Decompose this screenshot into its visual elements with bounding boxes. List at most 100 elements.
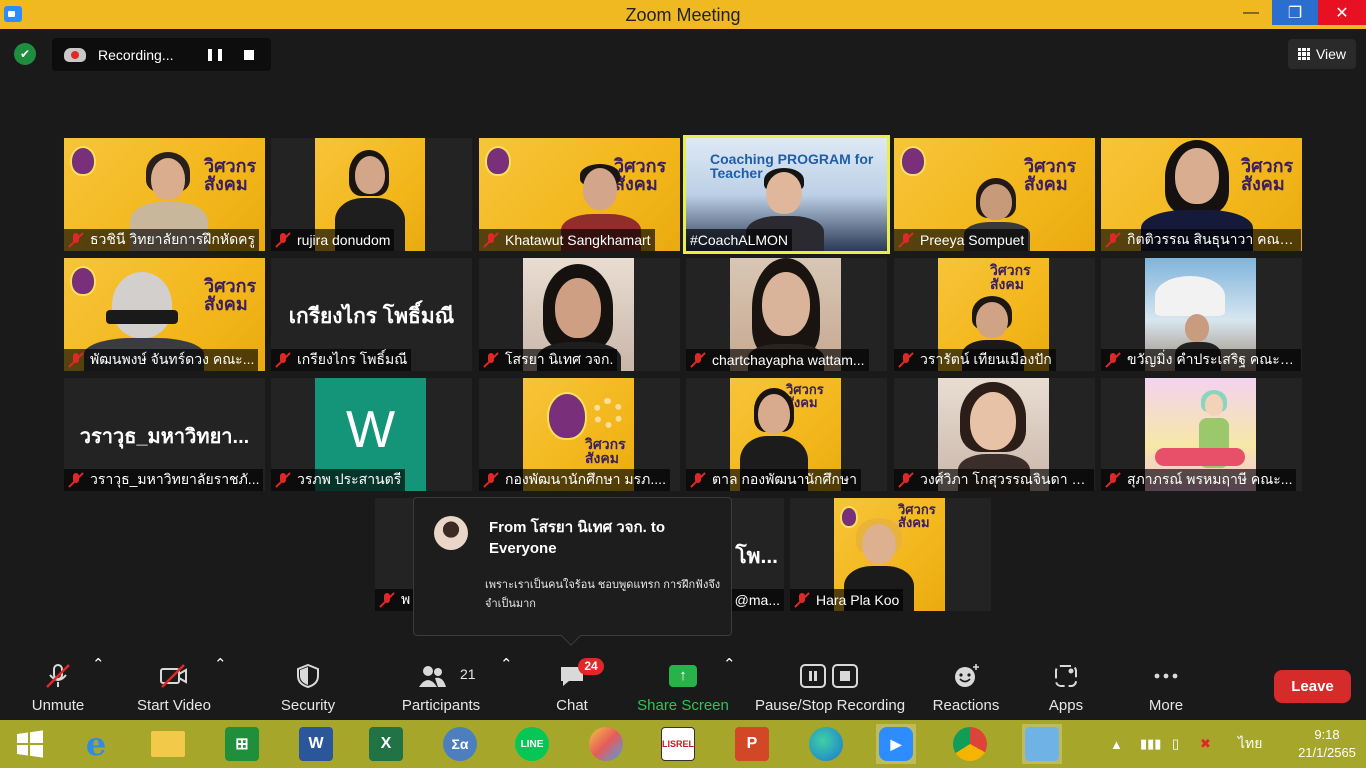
maximize-button[interactable]: ❐ xyxy=(1272,0,1318,25)
share-screen-label: Share Screen xyxy=(637,697,729,714)
close-button[interactable]: ✕ xyxy=(1318,0,1366,25)
share-options-caret[interactable]: ⌃ xyxy=(723,655,736,720)
video-tile[interactable]: rujira donudom xyxy=(271,138,472,251)
video-tile[interactable]: วิศวกรสังคม ตาล กองพัฒนานักศึกษา xyxy=(686,378,887,491)
battery-icon[interactable]: ▯ xyxy=(1172,720,1179,768)
line-icon[interactable]: LINE xyxy=(512,724,552,764)
brand-text: วิศวกรสังคม xyxy=(898,503,936,531)
university-logo-icon xyxy=(70,146,96,176)
participant-name-bar: ธวชินี วิทยาลัยการฝึกหัดครู xyxy=(64,229,260,251)
store-icon[interactable]: ⊞ xyxy=(222,724,262,764)
mic-muted-icon xyxy=(1105,232,1121,248)
mic-muted-icon xyxy=(483,232,499,248)
video-tile[interactable]: วราวุธ_มหาวิทยา... วราวุธ_มหาวิทยาลัยราช… xyxy=(64,378,265,491)
brand-text: วิศวกรสังคม xyxy=(990,263,1031,293)
recording-bar: Recording... xyxy=(52,38,271,71)
view-button[interactable]: View xyxy=(1288,39,1356,69)
video-tile[interactable]: เกรียงไกร โพธิ์มณี เกรียงไกร โพธิ์มณี xyxy=(271,258,472,371)
video-tile[interactable]: สุภาภรณ์ พรหมฤาษี คณะ... xyxy=(1101,378,1302,491)
clock[interactable]: 9:18 21/1/2565 xyxy=(1288,726,1366,762)
word-icon[interactable]: W xyxy=(296,724,336,764)
chat-notification-popup[interactable]: From โสรยา นิเทศ วจก. to Everyone เพราะเ… xyxy=(413,497,732,646)
video-tile[interactable]: วิศวกรสังคม ธวชินี วิทยาลัยการฝึกหัดครู xyxy=(64,138,265,251)
meeting-area: ✔ Recording... View วิศวกรสังคม ธวชินี ว… xyxy=(0,29,1366,655)
shield-icon xyxy=(297,663,319,689)
zoom-taskbar-icon[interactable]: ▶ xyxy=(876,724,916,764)
video-tile[interactable]: วิศวกรสังคม Hara Pla Koo xyxy=(790,498,991,611)
chat-message: เพราะเราเป็นคนใจร้อน ชอบพูดแทรก การฝึกฟั… xyxy=(485,579,721,610)
security-button[interactable]: Security xyxy=(272,655,344,720)
participant-name-bar: #CoachALMON xyxy=(686,229,793,251)
smiley-add-icon xyxy=(955,664,979,687)
mic-muted-icon xyxy=(794,592,810,608)
show-hidden-icons[interactable]: ▲ xyxy=(1110,720,1123,768)
chat-sender: From โสรยา นิเทศ วจก. to Everyone xyxy=(489,519,666,557)
network-icon[interactable]: ▮▮▮ xyxy=(1140,720,1161,768)
video-options-caret[interactable]: ⌃ xyxy=(214,655,227,720)
chrome-icon[interactable] xyxy=(950,724,990,764)
window-title: Zoom Meeting xyxy=(625,5,741,25)
math-input-icon[interactable]: Σα xyxy=(440,724,480,764)
apps-button[interactable]: Apps xyxy=(1036,655,1096,720)
speaker-muted-icon[interactable]: ✖ xyxy=(1200,720,1211,768)
mic-muted-icon xyxy=(68,352,84,368)
powerpoint-icon[interactable]: P xyxy=(732,724,772,764)
brand-text: วิศวกรสังคม xyxy=(585,437,626,467)
audio-options-caret[interactable]: ⌃ xyxy=(92,655,105,720)
participants-icon xyxy=(419,666,446,687)
video-tile-active-speaker[interactable]: Coaching PROGRAM for Teacher #CoachALMON xyxy=(683,135,890,254)
language-indicator[interactable]: ไทย xyxy=(1238,720,1262,768)
internet-explorer-icon[interactable]: e xyxy=(76,724,116,764)
pause-stop-label: Pause/Stop Recording xyxy=(754,697,906,714)
mic-muted-icon xyxy=(275,472,291,488)
reactions-button[interactable]: Reactions xyxy=(928,655,1004,720)
lisrel-icon[interactable]: LISREL xyxy=(658,724,698,764)
unmute-button[interactable]: Unmute xyxy=(20,655,96,720)
video-tile[interactable]: วงศ์วิภา โกสุวรรณจินดา ค... xyxy=(894,378,1095,491)
video-tile[interactable]: วิศวกรสังคม กิตติวรรณ สินธุนาวา คณะ... xyxy=(1101,138,1302,251)
brand-text: วิศวกรสังคม xyxy=(204,156,257,195)
video-tile[interactable]: chartchayapha wattam... xyxy=(686,258,887,371)
video-tile[interactable]: W วรภพ ประสานตรี xyxy=(271,378,472,491)
mic-muted-icon xyxy=(379,592,395,608)
video-tile[interactable]: วิศวกรสังคม Khatawut Sangkhamart xyxy=(479,138,680,251)
video-tile[interactable]: ขวัญมิ่ง คำประเสริฐ คณะวิ... xyxy=(1101,258,1302,371)
video-tile[interactable]: วิศวกรสังคม พัฒนพงษ์ จันทร์ดวง คณะ... xyxy=(64,258,265,371)
video-tile[interactable]: โสรยา นิเทศ วจก. xyxy=(479,258,680,371)
participant-display-name: เกรียงไกร โพธิ์มณี xyxy=(288,305,455,328)
video-tile[interactable]: วิศวกรสังคม กองพัฒนานักศึกษา มรภ.... xyxy=(479,378,680,491)
pause-stop-icon xyxy=(800,664,858,688)
leave-button[interactable]: Leave xyxy=(1274,670,1351,703)
brand-text: วิศวกรสังคม xyxy=(786,383,824,411)
participants-options-caret[interactable]: ⌃ xyxy=(500,655,513,720)
encryption-shield-icon[interactable]: ✔ xyxy=(14,43,36,65)
pause-recording-icon[interactable] xyxy=(208,48,222,61)
start-video-label: Start Video xyxy=(137,697,211,714)
participants-label: Participants xyxy=(401,697,481,714)
meeting-toolbar: Unmute ⌃ Start Video ⌃ Security 21 Parti… xyxy=(0,655,1366,720)
unread-chat-badge: 24 xyxy=(578,658,604,675)
security-label: Security xyxy=(280,697,336,714)
start-icon[interactable] xyxy=(10,724,50,764)
pause-stop-recording-button[interactable]: Pause/Stop Recording xyxy=(752,655,908,720)
windows-taskbar: e ⊞ W X Σα LINE LISREL P ▶ ▲ ▮▮▮ ▯ ✖ ไทย… xyxy=(0,720,1366,768)
brand-text: วิศวกรสังคม xyxy=(204,276,257,315)
excel-icon[interactable]: X xyxy=(366,724,406,764)
participants-button[interactable]: 21 Participants xyxy=(396,655,486,720)
edge-icon[interactable] xyxy=(806,724,846,764)
grid-view-icon xyxy=(1297,48,1310,60)
minimize-button[interactable]: — xyxy=(1228,0,1274,25)
participant-name-bar: rujira donudom xyxy=(271,229,395,251)
paint-icon[interactable] xyxy=(586,724,626,764)
remote-desktop-icon[interactable] xyxy=(1022,724,1062,764)
more-button[interactable]: More xyxy=(1136,655,1196,720)
participant-name-bar: วงศ์วิภา โกสุวรรณจินดา ค... xyxy=(894,469,1094,491)
stop-recording-icon[interactable] xyxy=(244,49,254,60)
participant-name-bar: พัฒนพงษ์ จันทร์ดวง คณะ... xyxy=(64,349,259,371)
participant-name-bar: Preeya Sompuet xyxy=(894,229,1029,251)
file-explorer-icon[interactable] xyxy=(148,724,188,764)
participant-name-bar: กิตติวรรณ สินธุนาวา คณะ... xyxy=(1101,229,1301,251)
start-video-button[interactable]: Start Video xyxy=(130,655,218,720)
video-tile[interactable]: วิศวกรสังคม วรารัตน์ เทียนเมืองปัก xyxy=(894,258,1095,371)
video-tile[interactable]: วิศวกรสังคม Preeya Sompuet xyxy=(894,138,1095,251)
